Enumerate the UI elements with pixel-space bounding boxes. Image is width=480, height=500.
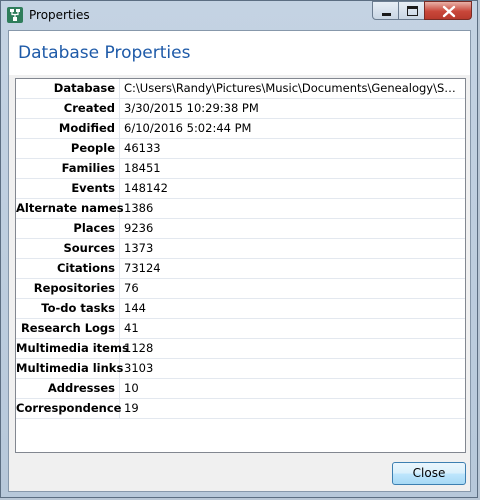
property-row[interactable]: To-do tasks 144 [16,299,465,319]
property-value: 6/10/2016 5:02:44 PM [124,121,252,135]
property-row[interactable]: People 46133 [16,139,465,159]
properties-window: Properties Database Properties Database C… [0,0,478,498]
window-title: Properties [29,8,90,22]
property-row[interactable]: Citations 73124 [16,259,465,279]
property-row[interactable]: Repositories 76 [16,279,465,299]
property-label: Multimedia links [16,359,123,378]
property-label: People [16,139,120,158]
maximize-button[interactable] [398,1,425,20]
property-value: 76 [124,281,139,295]
property-value: 1128 [124,341,154,355]
property-label: Database [16,79,120,98]
property-value: 10 [124,381,139,395]
property-value: 18451 [124,161,161,175]
property-row[interactable]: Multimedia links 3103 [16,359,465,379]
property-label: Modified [16,119,120,138]
property-row[interactable]: Created 3/30/2015 10:29:38 PM [16,99,465,119]
maximize-icon [407,6,418,16]
property-row[interactable]: Modified 6/10/2016 5:02:44 PM [16,119,465,139]
property-label: Created [16,99,120,118]
property-row[interactable]: Correspondence 19 [16,399,465,419]
properties-grid[interactable]: Database C:\Users\Randy\Pictures\Music\Do… [15,78,466,453]
title-bar[interactable]: Properties [1,1,477,29]
property-row[interactable]: Addresses 10 [16,379,465,399]
property-value: 1386 [124,201,154,215]
property-label: Addresses [16,379,120,398]
property-value: 1373 [124,241,154,255]
property-value: C:\Users\Randy\Pictures\Music\Documents\… [124,81,457,95]
property-value: 144 [124,301,146,315]
dialog-client-area: Database Properties Database C:\Users\Ran… [8,30,471,492]
dialog-header: Database Properties [9,31,470,75]
property-value: 3103 [124,361,154,375]
property-label: Families [16,159,120,178]
property-label: To-do tasks [16,299,120,318]
property-row[interactable]: Database C:\Users\Randy\Pictures\Music\Do… [16,79,465,99]
property-label: Alternate names [16,199,124,218]
family-tree-icon [7,7,23,23]
property-value: 41 [124,321,139,335]
close-icon [442,5,456,18]
minimize-button[interactable] [372,1,399,20]
property-label: Sources [16,239,120,258]
close-button[interactable]: Close [392,462,466,485]
property-value: 3/30/2015 10:29:38 PM [124,101,259,115]
property-label: Places [16,219,120,238]
property-label: Citations [16,259,120,278]
property-row[interactable]: Places 9236 [16,219,465,239]
close-window-button[interactable] [424,1,472,20]
property-value: 9236 [124,221,154,235]
property-row[interactable]: Alternate names 1386 [16,199,465,219]
property-value: 46133 [124,141,161,155]
property-row[interactable]: Research Logs 41 [16,319,465,339]
property-label: Research Logs [16,319,120,338]
property-row[interactable]: Families 18451 [16,159,465,179]
property-value: 19 [124,401,139,415]
property-label: Events [16,179,120,198]
property-row[interactable]: Sources 1373 [16,239,465,259]
property-label: Multimedia items [16,339,129,358]
property-row[interactable]: Multimedia items 1128 [16,339,465,359]
property-label: Correspondence [16,399,121,418]
dialog-heading: Database Properties [18,43,191,63]
property-value: 73124 [124,261,161,275]
property-label: Repositories [16,279,120,298]
minimize-icon [382,13,391,16]
property-row[interactable]: Events 148142 [16,179,465,199]
property-value: 148142 [124,181,168,195]
